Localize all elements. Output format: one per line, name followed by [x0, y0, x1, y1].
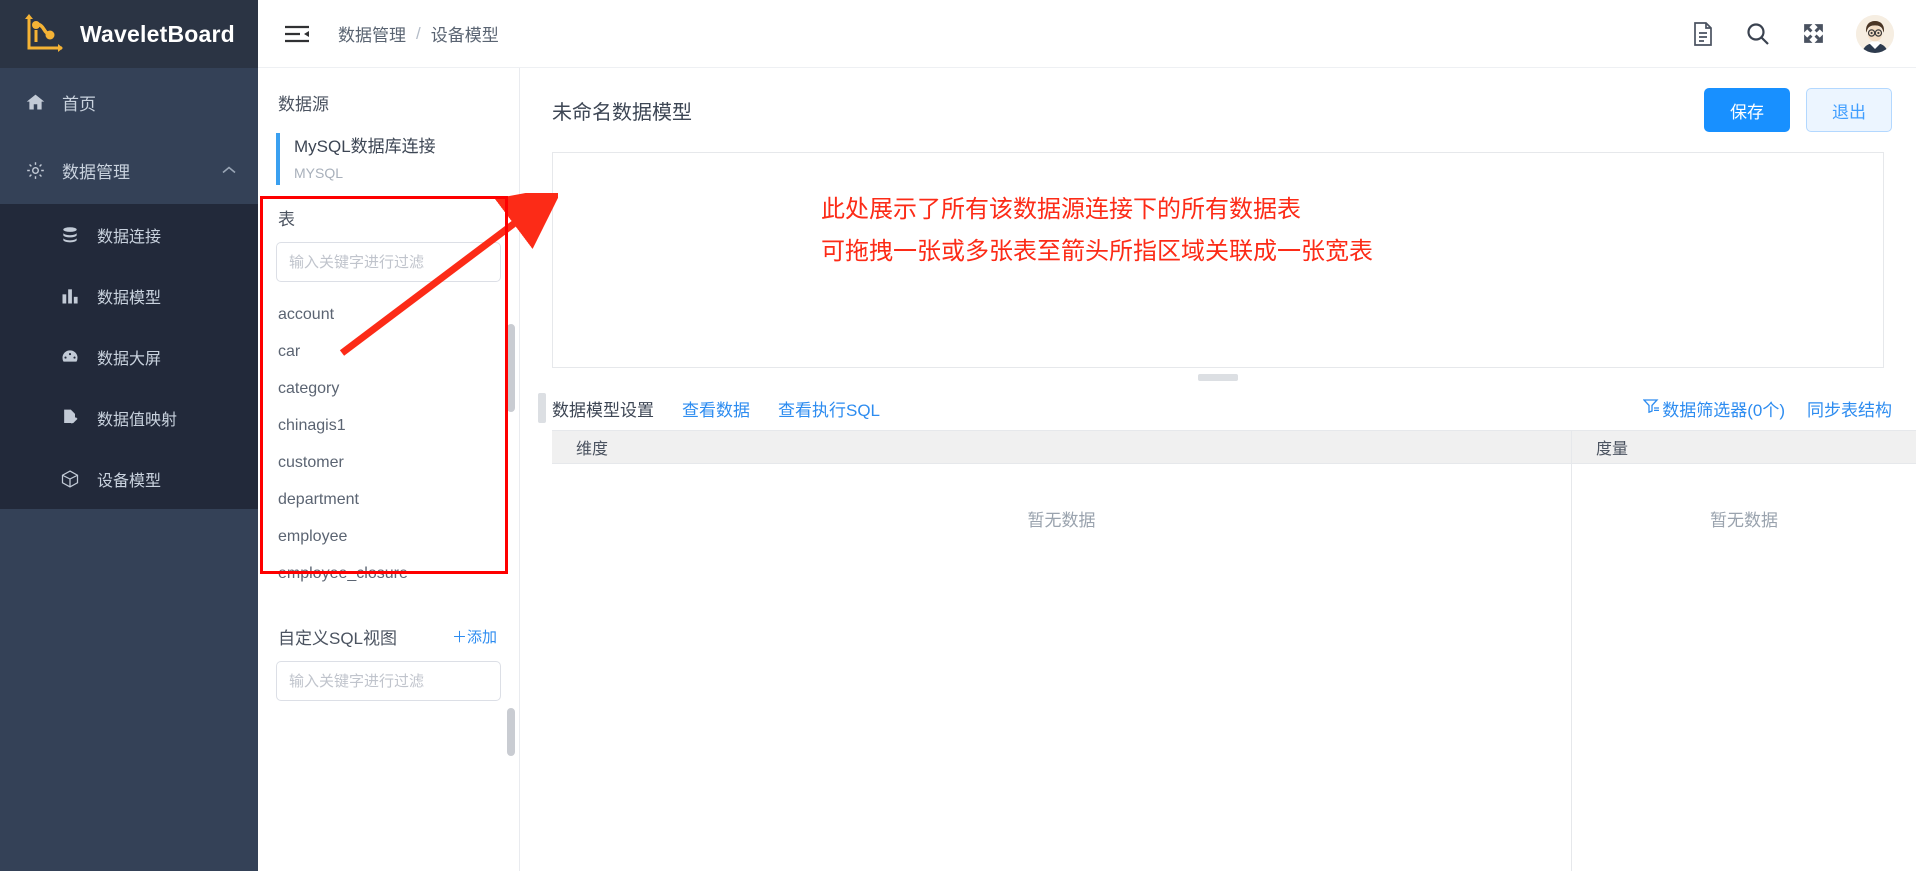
- annotation-line-1: 此处展示了所有该数据源连接下的所有数据表: [821, 196, 1301, 223]
- datasource-entry[interactable]: MySQL数据库连接 MYSQL: [276, 133, 519, 185]
- annotation-line-2: 可拖拽一张或多张表至箭头所指区域关联成一张宽表: [821, 238, 1373, 265]
- body-row: 数据源 MySQL数据库连接 MYSQL 表 account car categ…: [258, 68, 1916, 871]
- tab-view-sql[interactable]: 查看执行SQL: [778, 396, 880, 421]
- annotation-text: 此处展示了所有该数据源连接下的所有数据表 可拖拽一张或多张表至箭头所指区域关联成…: [821, 189, 1373, 273]
- tables-filter-input[interactable]: [276, 242, 501, 282]
- table-list: account car category chinagis1 customer …: [258, 282, 519, 604]
- sidebar-item-label: 设备模型: [97, 472, 162, 490]
- chevron-up-icon: [222, 163, 236, 178]
- brand-name: WaveletBoard: [80, 20, 235, 47]
- app-root: WaveletBoard 首页 数据管理 数据连接 数据模型 数据大屏 数据值映…: [0, 0, 1916, 871]
- datasource-entry-type: MYSQL: [294, 165, 344, 181]
- column-header-dimension: 维度: [552, 430, 1571, 464]
- topbar-icons: [1691, 14, 1894, 53]
- list-item[interactable]: department: [258, 481, 519, 518]
- save-button[interactable]: 保存: [1704, 88, 1790, 132]
- menu-collapse-icon[interactable]: [282, 19, 312, 49]
- panel-resize-handle[interactable]: [552, 368, 1884, 386]
- column-header-measure: 度量: [1572, 430, 1916, 464]
- list-item[interactable]: account: [258, 296, 519, 333]
- list-item[interactable]: car: [258, 333, 519, 370]
- add-sql-view-button[interactable]: ＋添加: [452, 626, 497, 647]
- bar-chart-icon: [58, 286, 82, 306]
- list-item[interactable]: chinagis1: [258, 407, 519, 444]
- tab-model-settings[interactable]: 数据模型设置: [552, 396, 654, 421]
- empty-state-dimension: 暂无数据: [1027, 511, 1096, 530]
- sidebar-item-home[interactable]: 首页: [0, 68, 258, 136]
- exit-button[interactable]: 退出: [1806, 88, 1892, 132]
- file-edit-icon: [58, 408, 82, 428]
- content-area: 未命名数据模型 保存 退出 此处展示了所有该数据源连接下的所有数据表 可拖拽一张…: [339, 68, 1916, 871]
- data-filter-button[interactable]: 数据筛选器(0个): [1642, 396, 1785, 421]
- cube-icon: [58, 469, 82, 489]
- sql-view-section-header: 自定义SQL视图 ＋添加: [258, 604, 519, 655]
- tables-section-header: 表: [258, 185, 519, 236]
- filter-icon: [1642, 398, 1660, 418]
- sidebar-item-label: 数据模型: [97, 289, 162, 307]
- tab-view-data[interactable]: 查看数据: [682, 396, 750, 421]
- sidebar-item-data-management[interactable]: 数据管理: [0, 136, 258, 204]
- sidebar: WaveletBoard 首页 数据管理 数据连接 数据模型 数据大屏 数据值映…: [0, 0, 258, 871]
- tables-section-title: 表: [278, 210, 295, 229]
- sidebar-item-device-model[interactable]: 设备模型: [0, 448, 258, 509]
- sidebar-item-label: 首页: [62, 94, 96, 114]
- sidebar-item-value-mapping[interactable]: 数据值映射: [0, 387, 258, 448]
- sync-schema-button[interactable]: 同步表结构: [1807, 396, 1892, 421]
- measure-body: 暂无数据: [1572, 464, 1916, 871]
- sidebar-item-label: 数据管理: [62, 162, 130, 182]
- resize-grip: [1198, 373, 1238, 381]
- sql-view-filter-wrap: [258, 655, 519, 701]
- panel-scrollbar[interactable]: [507, 708, 515, 756]
- datasource-entry-name: MySQL数据库连接: [294, 137, 436, 156]
- dimension-column: 维度 暂无数据: [552, 430, 1572, 871]
- sidebar-item-label: 数据连接: [97, 228, 162, 246]
- breadcrumb: 数据管理 / 设备模型: [338, 21, 499, 46]
- home-icon: [22, 92, 48, 113]
- table-list-scrollbar[interactable]: [507, 324, 515, 412]
- dimension-body: 暂无数据: [552, 464, 1571, 871]
- main-area: 数据管理 / 设备模型 数据源 MySQL数据库连接 MYSQL 表 输入关键字…: [258, 0, 1916, 871]
- data-filter-label: 数据筛选器(0个): [1662, 400, 1785, 420]
- breadcrumb-item-1[interactable]: 设备模型: [431, 21, 499, 46]
- search-icon[interactable]: [1745, 21, 1771, 47]
- sidebar-item-data-connection[interactable]: 数据连接: [0, 204, 258, 265]
- list-item[interactable]: employee: [258, 518, 519, 555]
- sql-view-filter-input[interactable]: [276, 661, 501, 701]
- gear-icon: [22, 160, 48, 181]
- sidebar-item-label: 数据大屏: [97, 350, 162, 368]
- brand-header: WaveletBoard: [0, 0, 258, 68]
- user-avatar[interactable]: [1856, 14, 1894, 53]
- topbar: 数据管理 / 设备模型: [258, 0, 1916, 68]
- content-header: 未命名数据模型 保存 退出: [520, 68, 1916, 152]
- sidebar-item-data-screen[interactable]: 数据大屏: [0, 326, 258, 387]
- tables-filter-wrap: [258, 236, 519, 282]
- wavelet-logo-icon: [22, 12, 66, 56]
- list-item[interactable]: customer: [258, 444, 519, 481]
- measure-column: 度量 暂无数据: [1572, 430, 1916, 871]
- sidebar-submenu: 数据连接 数据模型 数据大屏 数据值映射 设备模型: [0, 204, 258, 509]
- fullscreen-icon[interactable]: [1801, 21, 1826, 46]
- empty-state-measure: 暂无数据: [1710, 511, 1778, 530]
- datasource-panel-title: 数据源: [278, 95, 329, 114]
- datasource-panel: 数据源 MySQL数据库连接 MYSQL 表 account car categ…: [258, 68, 520, 871]
- side-resize-grip[interactable]: [538, 393, 546, 423]
- sql-view-section-title: 自定义SQL视图: [278, 629, 398, 648]
- page-title: 未命名数据模型: [552, 101, 692, 124]
- database-icon: [58, 225, 82, 245]
- dashboard-icon: [58, 347, 82, 367]
- document-icon[interactable]: [1691, 21, 1715, 47]
- model-canvas-dropzone[interactable]: 此处展示了所有该数据源连接下的所有数据表 可拖拽一张或多张表至箭头所指区域关联成…: [339, 152, 1884, 368]
- breadcrumb-separator: /: [416, 23, 421, 43]
- model-grid: 维度 暂无数据 度量 暂无数据: [520, 430, 1916, 871]
- breadcrumb-item-0[interactable]: 数据管理: [338, 21, 406, 46]
- sidebar-item-data-model[interactable]: 数据模型: [0, 265, 258, 326]
- content-tabs-row: 数据模型设置 查看数据 查看执行SQL 数据筛选器(0个) 同步表结构: [520, 386, 1916, 430]
- list-item[interactable]: category: [258, 370, 519, 407]
- sidebar-item-label: 数据值映射: [97, 411, 178, 429]
- list-item[interactable]: employee_closure: [258, 555, 519, 592]
